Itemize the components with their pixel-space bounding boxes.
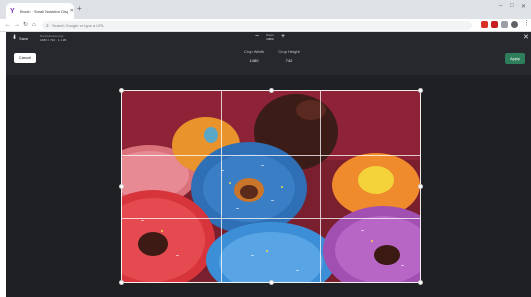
profile-avatar-icon[interactable] — [511, 21, 518, 28]
crop-handle-bottom-right[interactable] — [418, 280, 423, 285]
crop-handle-bottom[interactable] — [269, 280, 274, 285]
browser-tab-strip: Y Brush · Small Notation Display ✕ + – □… — [0, 0, 531, 19]
minimize-button[interactable]: – — [499, 3, 502, 9]
omnibox[interactable]: ⌕ Search Google or type a URL — [42, 21, 472, 30]
crop-handle-bottom-left[interactable] — [119, 280, 124, 285]
crop-gridline — [122, 218, 420, 220]
crop-height-label: Crop Height — [278, 49, 300, 54]
brush-favicon-icon: Y — [10, 7, 15, 15]
maximize-button[interactable]: □ — [510, 3, 514, 9]
new-tab-button[interactable]: + — [77, 5, 82, 13]
reload-icon[interactable]: ↻ — [23, 21, 28, 29]
crop-width-input[interactable]: 1480 — [239, 58, 269, 63]
extension-gray-icon[interactable] — [501, 21, 508, 28]
file-dimensions: 1480 × 742 · 1.1 kB — [40, 38, 67, 42]
omnibox-placeholder: Search Google or type a URL — [51, 23, 105, 28]
zoom-out-button[interactable]: − — [253, 33, 261, 41]
extension-red-icon[interactable] — [491, 21, 498, 28]
zoom-readout: Zoom 100% — [261, 33, 279, 41]
cancel-button[interactable]: Cancel — [14, 53, 36, 63]
editor-top-bar: ⬇ Save brush-donuts.png 1480 × 742 · 1.1… — [6, 32, 531, 45]
forward-arrow-icon[interactable]: → — [14, 21, 20, 29]
tab-close-icon[interactable]: ✕ — [70, 8, 74, 14]
zoom-control: − Zoom 100% + — [253, 33, 287, 41]
save-icon: ⬇ — [12, 35, 18, 41]
back-arrow-icon[interactable]: ← — [5, 21, 11, 29]
zoom-value: 100% — [266, 37, 274, 41]
browser-address-bar: ← → ↻ ⌂ ⌕ Search Google or type a URL ⋮ — [0, 19, 531, 32]
window-close-button[interactable]: ✕ — [521, 3, 526, 10]
crop-handle-right[interactable] — [418, 184, 423, 189]
crop-gridline — [122, 154, 420, 156]
extension-stop-icon[interactable] — [481, 21, 488, 28]
crop-width-label: Crop Width — [243, 49, 264, 54]
save-button[interactable]: ⬇ Save — [12, 35, 28, 41]
zoom-in-button[interactable]: + — [279, 33, 287, 41]
crop-gridline — [221, 91, 223, 282]
crop-handle-top-right[interactable] — [418, 88, 423, 93]
crop-frame[interactable] — [121, 90, 421, 283]
browser-tab[interactable]: Y Brush · Small Notation Display ✕ — [6, 3, 74, 19]
image-editor: ⬇ Save brush-donuts.png 1480 × 742 · 1.1… — [6, 32, 531, 297]
kebab-menu-icon[interactable]: ⋮ — [523, 20, 530, 28]
tab-title: Brush · Small Notation Display — [19, 8, 68, 14]
save-label: Save — [19, 35, 29, 41]
search-icon: ⌕ — [46, 22, 49, 29]
home-icon[interactable]: ⌂ — [32, 21, 36, 29]
crop-handle-top-left[interactable] — [119, 88, 124, 93]
crop-gridline — [320, 91, 322, 282]
apply-button[interactable]: Apply — [505, 53, 525, 64]
crop-width-field: Crop Width 1480 — [239, 49, 269, 63]
file-info: brush-donuts.png 1480 × 742 · 1.1 kB — [40, 34, 66, 42]
screen: Y Brush · Small Notation Display ✕ + – □… — [0, 0, 531, 297]
crop-toolbar: Cancel Crop Width 1480 Crop Height 742 A… — [6, 45, 531, 75]
image-canvas — [6, 75, 531, 297]
crop-handle-left[interactable] — [119, 184, 124, 189]
crop-handle-top[interactable] — [269, 88, 274, 93]
editor-close-icon[interactable]: ✕ — [523, 34, 529, 42]
crop-height-field: Crop Height 742 — [274, 49, 304, 63]
crop-height-input[interactable]: 742 — [274, 58, 304, 63]
